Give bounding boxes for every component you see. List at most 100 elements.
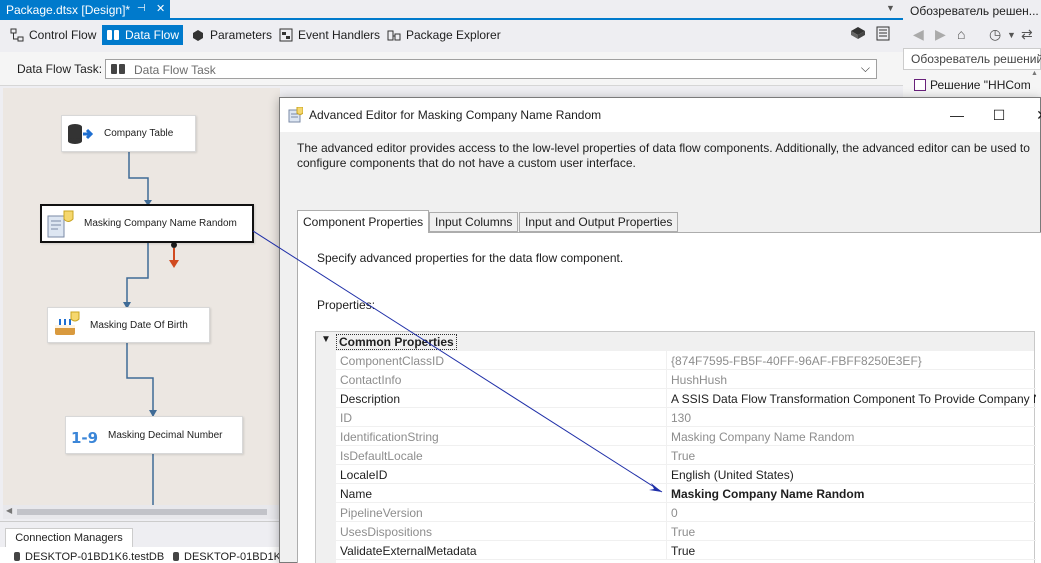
home-icon[interactable]: ⌂ [957,26,965,42]
document-tab-package[interactable]: Package.dtsx [Design]* ⊣ ✕ [0,0,170,20]
canvas-horizontal-scrollbar[interactable]: ◀ [3,505,280,519]
property-value[interactable]: English (United States) [671,468,1036,482]
property-column-divider[interactable] [666,351,667,370]
property-column-divider[interactable] [666,427,667,446]
property-name: UsesDispositions [340,525,433,539]
property-row[interactable]: Description A SSIS Data Flow Transformati… [336,389,1036,408]
solution-icon [914,79,926,91]
property-column-divider[interactable] [666,522,667,541]
history-dropdown-icon[interactable]: ▼ [1007,30,1016,40]
property-row[interactable]: Name Masking Company Name Random [336,484,1036,503]
tab-overflow-dropdown-icon[interactable]: ▼ [886,3,895,13]
property-grid-gutter [316,351,336,563]
property-column-divider[interactable] [666,370,667,389]
property-value: True [671,449,696,463]
chevron-down-icon[interactable]: ⌵ [861,61,870,76]
history-icon[interactable]: ◷ [989,26,1001,43]
property-row[interactable]: IdentificationString Masking Company Name… [336,427,1036,446]
property-row[interactable]: ID 130 [336,408,1036,427]
scroll-up-icon[interactable]: ▲ [1031,70,1041,100]
tab-package-explorer[interactable]: Package Explorer [383,25,505,45]
properties-label: Properties: [317,298,376,312]
property-value[interactable]: True [671,544,1036,558]
property-row[interactable]: ComponentClassID {874F7595-FB5F-40FF-96AF… [336,351,1036,370]
property-name: IsDefaultLocale [340,449,423,463]
svg-text:1-9: 1-9 [71,429,98,447]
tab-label: Control Flow [29,28,97,42]
sync-icon[interactable]: ⇄ [1021,26,1033,43]
solution-node[interactable]: Решение "HHCom [914,78,1031,92]
property-name: ComponentClassID [340,354,445,368]
tab-data-flow[interactable]: Data Flow [102,25,184,45]
flow-component-masking-company-name[interactable]: Masking Company Name Random [40,204,254,243]
minimize-icon[interactable]: — [943,104,971,126]
tab-connection-managers[interactable]: Connection Managers [5,528,133,547]
property-column-divider[interactable] [666,484,667,503]
property-row[interactable]: ContactInfo HushHush [336,370,1036,389]
connection-managers-list: DESKTOP-01BD1K6.testDB DESKTOP-01BD1K6 [0,547,287,563]
tab-label: Package Explorer [406,28,501,42]
property-name: PipelineVersion [340,506,423,520]
property-row[interactable]: ValidateExternalMetadata True [336,541,1036,560]
property-name: ContactInfo [340,373,402,387]
property-category-common[interactable]: ▼ Common Properties [316,332,1034,351]
maximize-icon[interactable]: ☐ [985,104,1013,126]
property-row[interactable]: PipelineVersion 0 [336,503,1036,522]
property-grid[interactable]: ▼ Common Properties ComponentClassID {874… [315,331,1036,563]
tab-input-columns[interactable]: Input Columns [429,212,519,232]
property-row[interactable]: LocaleID English (United States) [336,465,1036,484]
tab-input-output-properties[interactable]: Input and Output Properties [519,212,679,232]
forward-icon[interactable]: ▶ [935,26,946,43]
property-value: 130 [671,411,692,425]
property-column-divider[interactable] [666,541,667,560]
event-handlers-icon [279,28,293,42]
property-column-divider[interactable] [666,408,667,427]
connection-manager-label: DESKTOP-01BD1K6.testDB [25,551,165,563]
flow-component-label: Masking Decimal Number [108,429,223,441]
property-column-divider[interactable] [666,446,667,465]
property-row[interactable]: UsesDispositions True [336,522,1036,541]
solution-explorer-header: Обозреватель решен... [903,0,1041,22]
variables-icon[interactable] [850,26,866,43]
connection-manager-label: DESKTOP-01BD1K6 [184,551,288,563]
property-name: Name [340,487,373,501]
close-icon[interactable]: ✕ [1028,104,1041,126]
component-properties-panel: Specify advanced properties for the data… [297,232,1041,563]
dialog-titlebar[interactable]: Advanced Editor for Masking Company Name… [280,98,1041,132]
property-value[interactable]: A SSIS Data Flow Transformation Componen… [671,392,1036,406]
close-tab-icon[interactable]: ✕ [156,2,165,15]
connection-manager-item[interactable]: DESKTOP-01BD1K6.testDB [14,551,164,563]
task-selector-row: Data Flow Task: Data Flow Task ⌵ [0,52,903,86]
tab-component-properties[interactable]: Component Properties [297,210,430,233]
collapse-caret-icon[interactable]: ▼ [321,334,331,345]
flow-component-label: Company Table [104,128,174,139]
tab-control-flow[interactable]: Control Flow [6,25,100,45]
dialog-title: Advanced Editor for Masking Company Name… [309,108,602,122]
scroll-left-icon[interactable]: ◀ [6,506,12,515]
masking-component-icon [46,210,74,238]
property-column-divider[interactable] [666,503,667,522]
flow-component-masking-date-of-birth[interactable]: Masking Date Of Birth [47,307,210,343]
property-value: True [671,525,696,539]
sql-server-destination-icon[interactable] [876,26,892,45]
property-column-divider[interactable] [666,389,667,408]
tab-event-handlers[interactable]: Event Handlers [275,25,384,45]
property-value[interactable]: Masking Company Name Random [671,487,1036,501]
property-row[interactable]: IsDefaultLocale True [336,446,1036,465]
data-flow-canvas[interactable]: Company Table Masking Company Name Rando… [3,88,280,518]
flow-component-masking-decimal-number[interactable]: 1-9 Masking Decimal Number [65,416,243,454]
solution-explorer-search[interactable]: Обозреватель решений [903,48,1041,70]
property-name: IdentificationString [340,430,439,444]
connection-manager-item[interactable]: DESKTOP-01BD1K6 [173,551,287,563]
back-icon[interactable]: ◀ [913,26,924,43]
data-flow-task-combo[interactable]: Data Flow Task ⌵ [105,59,877,79]
property-column-divider[interactable] [666,465,667,484]
property-name: Description [340,392,401,406]
scrollbar-thumb[interactable] [17,509,267,515]
flow-component-company-table[interactable]: Company Table [61,115,196,152]
pin-icon[interactable]: ⊣ [137,3,146,14]
control-flow-icon [10,28,24,42]
property-name: ID [340,411,352,425]
data-flow-task-icon [111,63,127,75]
tab-parameters[interactable]: Parameters [187,25,276,45]
